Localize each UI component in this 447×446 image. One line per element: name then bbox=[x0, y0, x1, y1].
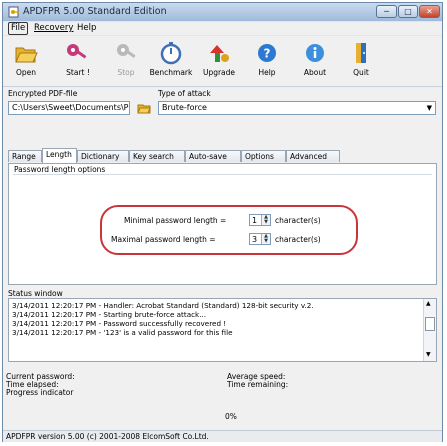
spin-arrows-icon[interactable]: ▲ ▼ bbox=[261, 215, 270, 225]
help-icon: ? bbox=[258, 44, 276, 62]
log-line: 3/14/2011 12:20:17 PM - '123' is a valid… bbox=[12, 328, 233, 337]
tab-auto-save[interactable]: Auto-save bbox=[185, 150, 241, 162]
status-bar: APDFPR version 5.00 (c) 2001-2008 ElcomS… bbox=[3, 430, 442, 442]
about-button[interactable]: About bbox=[293, 39, 337, 83]
status-window-title: Status window bbox=[8, 289, 63, 298]
svg-text:?: ? bbox=[264, 47, 271, 61]
menu-file[interactable]: File bbox=[8, 22, 29, 35]
close-button[interactable]: ✕ bbox=[419, 5, 440, 18]
time-remaining-label: Time remaining: bbox=[227, 380, 289, 389]
window-title: APDFPR 5.00 Standard Edition bbox=[23, 6, 167, 17]
quit-label: Quit bbox=[353, 68, 369, 77]
tab-options[interactable]: Options bbox=[241, 150, 286, 162]
status-scrollbar[interactable]: ▲ ▼ bbox=[423, 299, 436, 361]
scroll-down-icon[interactable]: ▼ bbox=[426, 351, 431, 358]
group-title: Password length options bbox=[14, 165, 106, 174]
app-window: APDFPR 5.00 Standard Edition ─ □ ✕ File … bbox=[2, 2, 443, 442]
max-length-label: Maximal password length = bbox=[111, 235, 216, 244]
status-log[interactable]: 3/14/2011 12:20:17 PM - Handler: Acrobat… bbox=[8, 298, 437, 362]
min-length-label: Minimal password length = bbox=[124, 216, 227, 225]
minimize-icon: ─ bbox=[384, 7, 389, 16]
version-text: APDFPR version 5.00 (c) 2001-2008 ElcomS… bbox=[6, 432, 209, 441]
tab-advanced[interactable]: Advanced bbox=[286, 150, 340, 162]
attack-type-select[interactable]: Brute-force ▼ bbox=[158, 101, 436, 115]
key-stop-icon bbox=[117, 44, 136, 58]
exit-door-icon bbox=[356, 43, 366, 63]
stop-button[interactable]: Stop bbox=[104, 39, 148, 83]
minimize-button[interactable]: ─ bbox=[376, 5, 397, 18]
quit-button[interactable]: Quit bbox=[339, 39, 383, 83]
toolbar: Open Start ! Stop Benchmark Upgrade ? He… bbox=[3, 36, 442, 87]
stopwatch-icon bbox=[160, 42, 182, 65]
maximize-button[interactable]: □ bbox=[398, 5, 418, 18]
attack-type-label: Type of attack bbox=[158, 89, 211, 98]
open-label: Open bbox=[15, 68, 37, 77]
log-line: 3/14/2011 12:20:17 PM - Password success… bbox=[12, 319, 227, 328]
open-button[interactable]: Open bbox=[4, 39, 48, 83]
menu-recovery[interactable]: Recovery bbox=[32, 23, 75, 34]
upgrade-button[interactable]: Upgrade bbox=[197, 39, 241, 83]
main-panel: Encrypted PDF-file C:\Users\Sweet\Docume… bbox=[3, 87, 442, 442]
key-start-icon bbox=[67, 44, 87, 59]
progress-percent: 0% bbox=[225, 412, 237, 421]
max-length-value: 3 bbox=[252, 235, 258, 244]
file-path-field[interactable]: C:\Users\Sweet\Documents\PDF.pd bbox=[8, 101, 130, 115]
tab-dictionary[interactable]: Dictionary bbox=[77, 150, 129, 162]
browse-folder-icon[interactable] bbox=[137, 102, 151, 114]
close-icon: ✕ bbox=[426, 7, 433, 16]
highlight-circle bbox=[100, 205, 358, 255]
tab-key-search[interactable]: Key search bbox=[129, 150, 185, 162]
max-length-spinner[interactable]: 3 ▲ ▼ bbox=[249, 233, 271, 245]
scroll-thumb[interactable] bbox=[425, 317, 435, 331]
progress-indicator-label: Progress indicator bbox=[6, 388, 74, 397]
menu-bar: File Recovery Help bbox=[3, 22, 442, 35]
attack-type-value: Brute-force bbox=[162, 103, 207, 112]
scroll-up-icon[interactable]: ▲ bbox=[426, 300, 431, 307]
title-bar[interactable]: APDFPR 5.00 Standard Edition ─ □ ✕ bbox=[3, 3, 442, 21]
start-button[interactable]: Start ! bbox=[56, 39, 100, 83]
app-key-icon bbox=[8, 6, 19, 18]
info-icon bbox=[306, 44, 324, 62]
min-length-spinner[interactable]: 1 ▲ ▼ bbox=[249, 214, 271, 226]
min-length-value: 1 bbox=[252, 216, 258, 225]
max-length-unit: character(s) bbox=[275, 235, 321, 244]
folder-open-icon bbox=[15, 47, 38, 63]
chevron-down-icon: ▼ bbox=[426, 104, 432, 112]
log-line: 3/14/2011 12:20:17 PM - Starting brute-f… bbox=[12, 310, 207, 319]
upgrade-icon bbox=[210, 45, 229, 62]
spin-arrows-icon[interactable]: ▲ ▼ bbox=[261, 234, 270, 244]
benchmark-button[interactable]: Benchmark bbox=[149, 39, 193, 83]
help-button[interactable]: ? Help bbox=[245, 39, 289, 83]
log-line: 3/14/2011 12:20:17 PM - Handler: Acrobat… bbox=[12, 301, 314, 310]
tab-range[interactable]: Range bbox=[8, 150, 42, 162]
encrypted-file-label: Encrypted PDF-file bbox=[8, 89, 78, 98]
maximize-icon: □ bbox=[404, 7, 412, 16]
menu-help[interactable]: Help bbox=[75, 23, 98, 34]
tab-length[interactable]: Length bbox=[42, 148, 77, 163]
min-length-unit: character(s) bbox=[275, 216, 321, 225]
